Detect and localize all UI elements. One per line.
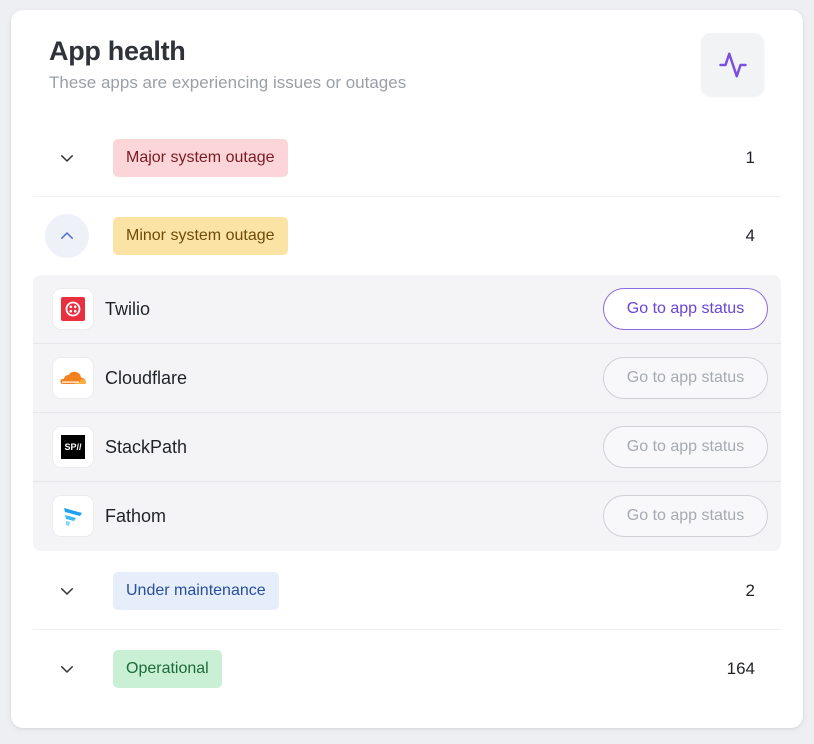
group-count: 1 bbox=[745, 148, 755, 167]
chevron-down-icon bbox=[61, 588, 73, 595]
status-badge: Operational bbox=[113, 650, 222, 688]
app-health-card: App health These apps are experiencing i… bbox=[11, 10, 803, 728]
group-under-maintenance[interactable]: Under maintenance 2 bbox=[33, 552, 781, 630]
app-list: Twilio Go to app status Cloudflare Go to… bbox=[33, 275, 781, 551]
stackpath-logo: SP// bbox=[53, 427, 93, 467]
app-name: Twilio bbox=[105, 299, 151, 319]
activity-button[interactable] bbox=[701, 33, 764, 96]
card-subtitle: These apps are experiencing issues or ou… bbox=[49, 73, 407, 92]
status-badge: Minor system outage bbox=[113, 217, 288, 255]
expand-toggle[interactable] bbox=[45, 569, 89, 613]
app-row-cloudflare: Cloudflare Go to app status bbox=[33, 344, 781, 413]
group-count: 4 bbox=[745, 226, 755, 245]
status-badge: Under maintenance bbox=[113, 572, 279, 610]
activity-icon bbox=[718, 52, 747, 77]
go-to-app-status-button[interactable]: Go to app status bbox=[603, 288, 768, 330]
app-name: Cloudflare bbox=[105, 368, 188, 388]
stackpath-logo-text: SP// bbox=[61, 435, 85, 459]
group-major-outage[interactable]: Major system outage 1 bbox=[33, 119, 781, 197]
expand-toggle[interactable] bbox=[45, 647, 89, 691]
go-to-app-status-button[interactable]: Go to app status bbox=[603, 495, 768, 537]
go-to-app-status-button[interactable]: Go to app status bbox=[603, 357, 768, 399]
fathom-logo bbox=[53, 496, 93, 536]
app-row-twilio: Twilio Go to app status bbox=[33, 275, 781, 344]
group-count: 164 bbox=[726, 659, 755, 678]
collapse-toggle[interactable] bbox=[45, 214, 89, 258]
app-row-stackpath: SP// StackPath Go to app status bbox=[33, 413, 781, 482]
group-minor-outage[interactable]: Minor system outage 4 bbox=[33, 197, 781, 275]
expand-toggle[interactable] bbox=[45, 136, 89, 180]
chevron-up-icon bbox=[61, 232, 73, 239]
twilio-logo bbox=[53, 289, 93, 329]
group-count: 2 bbox=[745, 581, 755, 600]
status-badge: Major system outage bbox=[113, 139, 288, 177]
cloudflare-logo bbox=[53, 358, 93, 398]
chevron-down-icon bbox=[61, 666, 73, 673]
go-to-app-status-button[interactable]: Go to app status bbox=[603, 426, 768, 468]
app-name: Fathom bbox=[105, 506, 167, 526]
card-title: App health bbox=[49, 36, 186, 66]
app-row-fathom: Fathom Go to app status bbox=[33, 482, 781, 551]
chevron-down-icon bbox=[61, 155, 73, 162]
group-operational[interactable]: Operational 164 bbox=[33, 630, 781, 708]
app-name: StackPath bbox=[105, 437, 188, 457]
